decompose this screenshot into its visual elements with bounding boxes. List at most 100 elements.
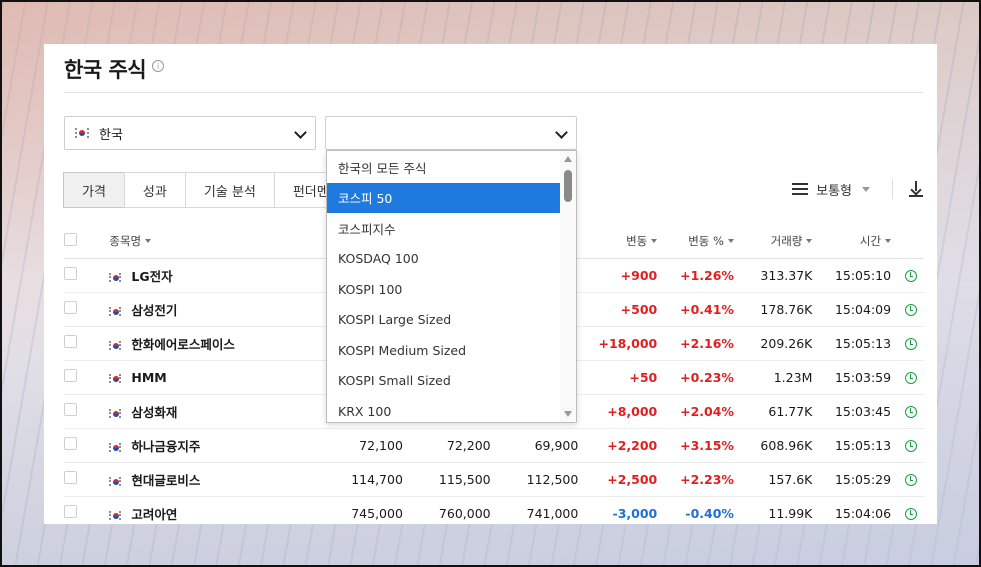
tab-bar: 가격 성과 기술 분석 펀더멘 — [63, 172, 348, 208]
menu-icon — [792, 183, 809, 195]
caret-down-icon — [862, 186, 870, 192]
dropdown-option[interactable]: KRX 100 — [327, 396, 560, 422]
change-value: +500 — [584, 292, 664, 327]
clock-icon — [904, 338, 917, 350]
view-mode-select[interactable]: 보통형 — [816, 180, 852, 199]
title-divider — [64, 92, 923, 93]
row-checkbox[interactable] — [64, 267, 77, 280]
time-value: 15:05:13 — [818, 428, 898, 463]
stock-name-link[interactable]: 삼성전기 — [131, 303, 177, 318]
clock-icon — [904, 406, 917, 418]
dropdown-option[interactable]: 한국의 모든 주식 — [327, 152, 560, 183]
change-value: -3,000 — [584, 496, 664, 524]
stock-name-link[interactable]: 한화에어로스페이스 — [131, 337, 235, 352]
clock-icon — [904, 474, 917, 486]
kr-flag-icon — [109, 408, 122, 418]
table-tools: 보통형 — [792, 179, 923, 199]
volume-value: 178.76K — [739, 292, 819, 327]
stock-name-link[interactable]: LG전자 — [131, 269, 172, 284]
table-row[interactable]: 고려아연 745,000 760,000 741,000 -3,000 -0.40% 11.… — [64, 496, 924, 524]
dropdown-scrollbar[interactable] — [560, 151, 576, 422]
change-pct-value: -0.40% — [663, 496, 740, 524]
page-title: 한국 주식 — [64, 58, 147, 82]
row-checkbox[interactable] — [64, 471, 77, 484]
stock-name-link[interactable]: 삼성화재 — [131, 405, 177, 420]
change-value: +2,500 — [584, 462, 664, 497]
high-price: 760,000 — [408, 496, 497, 524]
col-change-header[interactable]: 변동 — [584, 224, 664, 259]
volume-value: 157.6K — [739, 462, 819, 497]
stocks-panel: 한국 주식 i 한국 가격 성과 기술 분석 펀더멘 보통형 종목명 변동 변동… — [44, 44, 937, 524]
clock-icon — [904, 270, 917, 282]
row-checkbox[interactable] — [64, 301, 77, 314]
change-pct-value: +2.23% — [663, 462, 740, 497]
title-row: 한국 주식 i — [64, 54, 165, 84]
kr-flag-icon — [75, 128, 89, 138]
scroll-up-icon[interactable] — [564, 156, 572, 162]
info-icon[interactable]: i — [152, 60, 165, 72]
change-value: +50 — [584, 360, 664, 395]
index-select[interactable] — [325, 116, 577, 150]
change-pct-value: +2.16% — [663, 326, 740, 361]
high-price: 115,500 — [408, 462, 497, 497]
dropdown-option[interactable]: KOSPI Large Sized — [327, 305, 560, 336]
stock-name-link[interactable]: 고려아연 — [131, 507, 177, 522]
scroll-down-icon[interactable] — [564, 411, 572, 417]
low-price: 112,500 — [496, 462, 585, 497]
kr-flag-icon — [109, 306, 122, 316]
scrollbar-thumb[interactable] — [564, 170, 572, 202]
country-select-value: 한국 — [99, 127, 123, 143]
download-icon[interactable] — [909, 181, 923, 197]
change-value: +2,200 — [584, 428, 664, 463]
stock-name-link[interactable]: 현대글로비스 — [131, 473, 200, 488]
clock-icon — [904, 372, 917, 384]
col-time-header[interactable]: 시간 — [818, 224, 898, 259]
time-value: 15:05:13 — [818, 326, 898, 361]
row-checkbox[interactable] — [64, 335, 77, 348]
tab-technical[interactable]: 기술 분석 — [184, 172, 275, 208]
row-checkbox[interactable] — [64, 369, 77, 382]
tab-performance[interactable]: 성과 — [123, 172, 186, 208]
change-value: +8,000 — [584, 394, 664, 429]
dropdown-option[interactable]: 코스피 50 — [327, 182, 560, 213]
stock-name-link[interactable]: HMM — [131, 370, 166, 385]
dropdown-option[interactable]: KOSDAQ 100 — [327, 244, 560, 275]
volume-value: 313.37K — [739, 258, 819, 293]
row-checkbox[interactable] — [64, 505, 77, 518]
volume-value: 209.26K — [739, 326, 819, 361]
select-all-checkbox[interactable] — [64, 232, 77, 246]
dropdown-option[interactable]: 코스피지수 — [327, 213, 560, 244]
change-pct-value: +1.26% — [663, 258, 740, 293]
time-value: 15:03:45 — [818, 394, 898, 429]
country-select[interactable]: 한국 — [64, 116, 316, 150]
row-checkbox[interactable] — [64, 437, 77, 450]
change-value: +18,000 — [584, 326, 664, 361]
col-name-header[interactable]: 종목명 — [91, 224, 316, 259]
divider — [892, 179, 893, 199]
col-volume-header[interactable]: 거래량 — [739, 224, 819, 259]
dropdown-option[interactable]: KOSPI 100 — [327, 274, 560, 305]
volume-value: 11.99K — [739, 496, 819, 524]
change-pct-value: +0.41% — [663, 292, 740, 327]
volume-value: 1.23M — [739, 360, 819, 395]
time-value: 15:03:59 — [818, 360, 898, 395]
high-price: 72,200 — [408, 428, 497, 463]
kr-flag-icon — [109, 476, 122, 486]
low-price: 741,000 — [496, 496, 585, 524]
table-row[interactable]: 하나금융지주 72,100 72,200 69,900 +2,200 +3.15% 608.… — [64, 428, 924, 463]
tab-price[interactable]: 가격 — [63, 172, 125, 208]
col-change-pct-header[interactable]: 변동 % — [663, 224, 740, 259]
dropdown-option[interactable]: KOSPI Small Sized — [327, 366, 560, 397]
clock-icon — [904, 508, 917, 520]
low-price: 69,900 — [496, 428, 585, 463]
volume-value: 61.77K — [739, 394, 819, 429]
stock-name-link[interactable]: 하나금융지주 — [131, 439, 200, 454]
row-checkbox[interactable] — [64, 403, 77, 416]
change-pct-value: +3.15% — [663, 428, 740, 463]
change-pct-value: +0.23% — [663, 360, 740, 395]
chevron-down-icon — [294, 126, 307, 139]
index-dropdown-list[interactable]: 한국의 모든 주식 코스피 50 코스피지수 KOSDAQ 100 KOSPI 100 K… — [326, 150, 577, 423]
dropdown-option[interactable]: KOSPI Medium Sized — [327, 335, 560, 366]
table-row[interactable]: 현대글로비스 114,700 115,500 112,500 +2,500 +2.23% 1… — [64, 462, 924, 497]
kr-flag-icon — [109, 510, 122, 520]
